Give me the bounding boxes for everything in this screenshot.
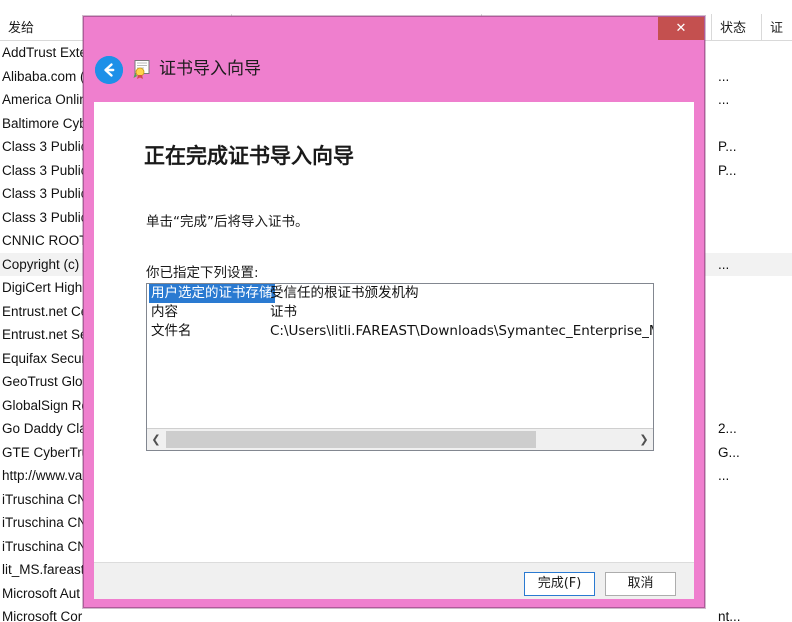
setting-value: 证书: [270, 304, 297, 320]
cell-trailing-text: ...: [718, 92, 730, 107]
setting-key: 内容: [151, 304, 178, 320]
settings-listbox[interactable]: 用户选定的证书存储 受信任的根证书颁发机构 内容 证书 文件名 C:\Users\litl…: [146, 283, 654, 451]
cell-trailing-text: ...: [718, 256, 730, 272]
cell-trailing-text: P...: [718, 139, 737, 154]
dialog-footer: 完成(F) 取消: [94, 562, 694, 599]
dialog-navbar: 证书导入向导: [84, 40, 704, 102]
page-description: 单击“完成”后将导入证书。: [146, 214, 309, 230]
settings-rows[interactable]: 用户选定的证书存储 受信任的根证书颁发机构 内容 证书 文件名 C:\Users\litl…: [147, 284, 653, 428]
setting-key: 文件名: [151, 323, 192, 339]
setting-value: C:\Users\litli.FAREAST\Downloads\Symante…: [270, 323, 653, 339]
setting-value: 受信任的根证书颁发机构: [270, 285, 419, 301]
setting-row[interactable]: 文件名 C:\Users\litli.FAREAST\Downloads\Syma…: [147, 322, 653, 341]
cell-trailing-text: ...: [718, 468, 730, 483]
page-title: 正在完成证书导入向导: [144, 144, 354, 168]
close-icon[interactable]: ✕: [658, 17, 704, 40]
cancel-button[interactable]: 取消: [605, 572, 676, 596]
setting-key: 用户选定的证书存储: [149, 284, 275, 303]
window-top-strip: [0, 0, 792, 14]
cell-trailing-text: 2...: [718, 421, 737, 436]
finish-button[interactable]: 完成(F): [524, 572, 595, 596]
dialog-titlebar[interactable]: ✕: [84, 17, 704, 40]
screen: 发给 状态 证 AddTrust Exte Alibaba.com (... Ame…: [0, 0, 792, 622]
column-header-status[interactable]: 状态: [712, 14, 762, 41]
setting-row[interactable]: 用户选定的证书存储 受信任的根证书颁发机构: [147, 284, 653, 303]
cell-trailing-text: P...: [718, 162, 737, 178]
column-header-certificate[interactable]: 证: [762, 14, 792, 41]
back-arrow-icon[interactable]: [95, 56, 123, 84]
setting-row[interactable]: 内容 证书: [147, 303, 653, 322]
cell-trailing-text: G...: [718, 444, 740, 460]
dialog-body: 正在完成证书导入向导 单击“完成”后将导入证书。 你已指定下列设置: 用户选定的…: [94, 102, 694, 562]
cell-trailing-text: ...: [718, 68, 730, 84]
cell-trailing-text: nt...: [718, 609, 741, 622]
certificate-import-wizard-dialog: ✕ 证书导入向导 正在完成证书导入向导 单击“完成”后将导入证书。 你已指定下列…: [83, 16, 705, 608]
scroll-right-arrow-icon[interactable]: ❯: [635, 429, 653, 450]
scroll-left-arrow-icon[interactable]: ❮: [147, 429, 165, 450]
scrollbar-thumb[interactable]: [166, 431, 536, 448]
dialog-title: 证书导入向导: [159, 59, 261, 79]
settings-label: 你已指定下列设置:: [146, 265, 259, 281]
certificate-wizard-icon: [132, 59, 153, 80]
horizontal-scrollbar[interactable]: ❮ ❯: [147, 428, 653, 450]
